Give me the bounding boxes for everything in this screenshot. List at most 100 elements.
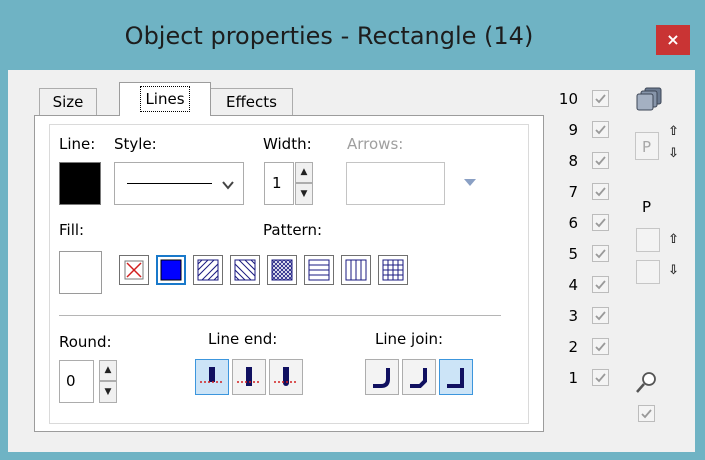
checkmark-icon <box>595 125 606 135</box>
pattern-none-button[interactable] <box>119 255 149 285</box>
layer-number: 9 <box>568 121 578 139</box>
layer-checkbox[interactable] <box>592 152 609 169</box>
pattern-diagonal-cross-button[interactable] <box>267 255 297 285</box>
p-label: P <box>642 198 652 216</box>
arrows-dropdown-arrow-icon[interactable] <box>464 179 476 187</box>
move-up-arrow-icon[interactable]: ⇧ <box>668 125 679 139</box>
layer-number: 2 <box>568 338 578 356</box>
magnifier-icon[interactable] <box>634 370 660 396</box>
pattern-diagonal-up-button[interactable] <box>193 255 223 285</box>
layer-checkbox[interactable] <box>592 90 609 107</box>
line-join-miter-button[interactable] <box>439 359 473 395</box>
line-join-label: Line join: <box>375 330 444 348</box>
dialog-client-area: Size Lines Effects Line: Style: Width: A… <box>8 70 695 452</box>
layer-checkbox[interactable] <box>592 338 609 355</box>
layer-checkbox[interactable] <box>592 245 609 262</box>
pattern-diagonal-down-button[interactable] <box>230 255 260 285</box>
pattern-diagonal-down-icon <box>234 259 256 281</box>
line-end-round-icon <box>274 367 298 386</box>
arrows-label: Arrows: <box>347 135 404 153</box>
line-width-input[interactable]: 1 <box>264 162 294 205</box>
zoom-checkbox[interactable] <box>638 405 655 422</box>
line-end-flat-button[interactable] <box>195 359 229 395</box>
layer-number: 8 <box>568 152 578 170</box>
line-label: Line: <box>59 135 96 153</box>
window-title: Object properties - Rectangle (14) <box>124 22 534 50</box>
layer-number: 1 <box>568 369 578 387</box>
tab-lines[interactable]: Lines <box>119 82 211 116</box>
tab-lines-label: Lines <box>140 86 190 112</box>
round-up-button[interactable]: ▲ <box>99 360 117 381</box>
layer-checkbox[interactable] <box>592 183 609 200</box>
fill-label: Fill: <box>59 221 85 239</box>
line-join-bevel-button[interactable] <box>402 359 436 395</box>
width-up-button[interactable]: ▲ <box>295 162 313 183</box>
round-value: 0 <box>66 372 76 390</box>
checkmark-icon <box>641 409 652 419</box>
pattern-horizontal-icon <box>308 259 330 281</box>
layer-checkbox[interactable] <box>592 276 609 293</box>
line-end-square-button[interactable] <box>232 359 266 395</box>
checkmark-icon <box>595 249 606 259</box>
width-down-button[interactable]: ▼ <box>295 183 313 205</box>
fill-color-swatch[interactable] <box>59 251 102 294</box>
line-end-flat-icon <box>200 367 224 383</box>
lines-group-box: Line: Style: Width: Arrows: 1 ▲ ▼ Fill: … <box>49 124 529 424</box>
checkmark-icon <box>595 187 606 197</box>
object-properties-window: Object properties - Rectangle (14) × Siz… <box>0 0 705 460</box>
layer-up-box[interactable] <box>636 228 660 252</box>
pattern-solid-button[interactable] <box>156 255 186 285</box>
layer-up-arrow-icon[interactable]: ⇧ <box>668 233 679 247</box>
line-join-round-icon <box>373 368 390 388</box>
line-join-bevel-icon <box>410 368 427 388</box>
checkmark-icon <box>595 94 606 104</box>
tab-size[interactable]: Size <box>39 88 97 116</box>
line-end-label: Line end: <box>208 330 278 348</box>
layer-checkbox[interactable] <box>592 214 609 231</box>
layer-number: 6 <box>568 214 578 232</box>
chevron-down-icon <box>222 181 234 190</box>
layer-checkbox[interactable] <box>592 307 609 324</box>
pattern-vertical-button[interactable] <box>341 255 371 285</box>
layer-down-box[interactable] <box>636 260 660 284</box>
line-end-round-button[interactable] <box>269 359 303 395</box>
line-end-square-icon <box>237 367 261 386</box>
pattern-cross-icon <box>382 259 404 281</box>
line-style-dropdown[interactable] <box>114 162 244 205</box>
pattern-label: Pattern: <box>263 221 323 239</box>
layers-icon <box>636 87 662 111</box>
line-join-round-button[interactable] <box>365 359 399 395</box>
pattern-horizontal-button[interactable] <box>304 255 334 285</box>
round-down-button[interactable]: ▼ <box>99 381 117 403</box>
arrows-dropdown[interactable] <box>346 162 445 205</box>
line-color-swatch[interactable] <box>59 162 101 205</box>
move-down-arrow-icon[interactable]: ⇩ <box>668 147 679 161</box>
width-label: Width: <box>263 135 312 153</box>
layer-number: 3 <box>568 307 578 325</box>
checkmark-icon <box>595 156 606 166</box>
layer-down-arrow-icon[interactable]: ⇩ <box>668 264 679 278</box>
pattern-none-icon <box>124 260 144 280</box>
pattern-cross-button[interactable] <box>378 255 408 285</box>
layer-number: 7 <box>568 183 578 201</box>
checkmark-icon <box>595 373 606 383</box>
pattern-vertical-icon <box>345 259 367 281</box>
round-input[interactable]: 0 <box>59 360 94 403</box>
layer-number: 10 <box>558 90 578 108</box>
tab-effects[interactable]: Effects <box>210 88 293 116</box>
pattern-diagonal-up-icon <box>197 259 219 281</box>
pattern-diagonal-cross-icon <box>271 259 293 281</box>
checkmark-icon <box>595 218 606 228</box>
p-button[interactable]: P <box>635 132 659 160</box>
layer-number: 4 <box>568 276 578 294</box>
layer-number: 5 <box>568 245 578 263</box>
tab-size-label: Size <box>52 93 84 111</box>
checkmark-icon <box>595 311 606 321</box>
layer-checkbox[interactable] <box>592 369 609 386</box>
line-style-preview <box>127 183 212 184</box>
close-button[interactable]: × <box>656 25 690 55</box>
section-separator <box>59 315 501 316</box>
layer-checkbox[interactable] <box>592 121 609 138</box>
round-label: Round: <box>59 333 112 351</box>
line-width-value: 1 <box>272 174 282 192</box>
